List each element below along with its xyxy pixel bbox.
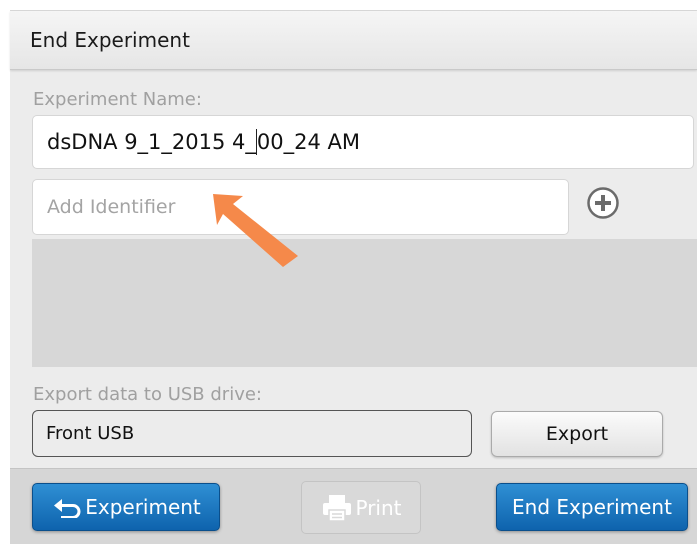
end-experiment-button-label: End Experiment xyxy=(512,495,672,519)
export-button[interactable]: Export xyxy=(491,411,663,457)
export-label: Export data to USB drive: xyxy=(33,384,262,405)
end-experiment-button[interactable]: End Experiment xyxy=(496,483,688,531)
usb-drive-select[interactable]: Front USB xyxy=(32,410,472,457)
print-button-label: Print xyxy=(355,495,402,520)
experiment-name-label: Experiment Name: xyxy=(33,89,202,110)
end-experiment-dialog: End Experiment Experiment Name: dsDNA 9_… xyxy=(10,10,697,544)
annotation-arrow-icon xyxy=(213,194,298,267)
return-arrow-icon xyxy=(54,499,81,518)
experiment-name-input[interactable]: dsDNA 9_1_2015 4_ 00_24 AM xyxy=(32,115,694,169)
add-identifier-plus-icon[interactable] xyxy=(586,186,620,220)
identifier-list xyxy=(32,239,697,367)
experiment-name-value-start: dsDNA 9_1_2015 4_ xyxy=(47,130,256,154)
back-to-experiment-button[interactable]: Experiment xyxy=(32,483,220,531)
back-button-label: Experiment xyxy=(85,495,201,519)
printer-icon xyxy=(323,494,352,522)
title-bar: End Experiment xyxy=(10,11,697,70)
export-button-label: Export xyxy=(545,423,609,445)
dialog-title: End Experiment xyxy=(30,28,190,52)
usb-drive-value: Front USB xyxy=(46,423,135,444)
print-button[interactable]: Print xyxy=(301,481,421,534)
experiment-name-value-end: 00_24 AM xyxy=(256,130,361,154)
bottom-bar: Experiment Print End Experiment xyxy=(10,468,697,544)
